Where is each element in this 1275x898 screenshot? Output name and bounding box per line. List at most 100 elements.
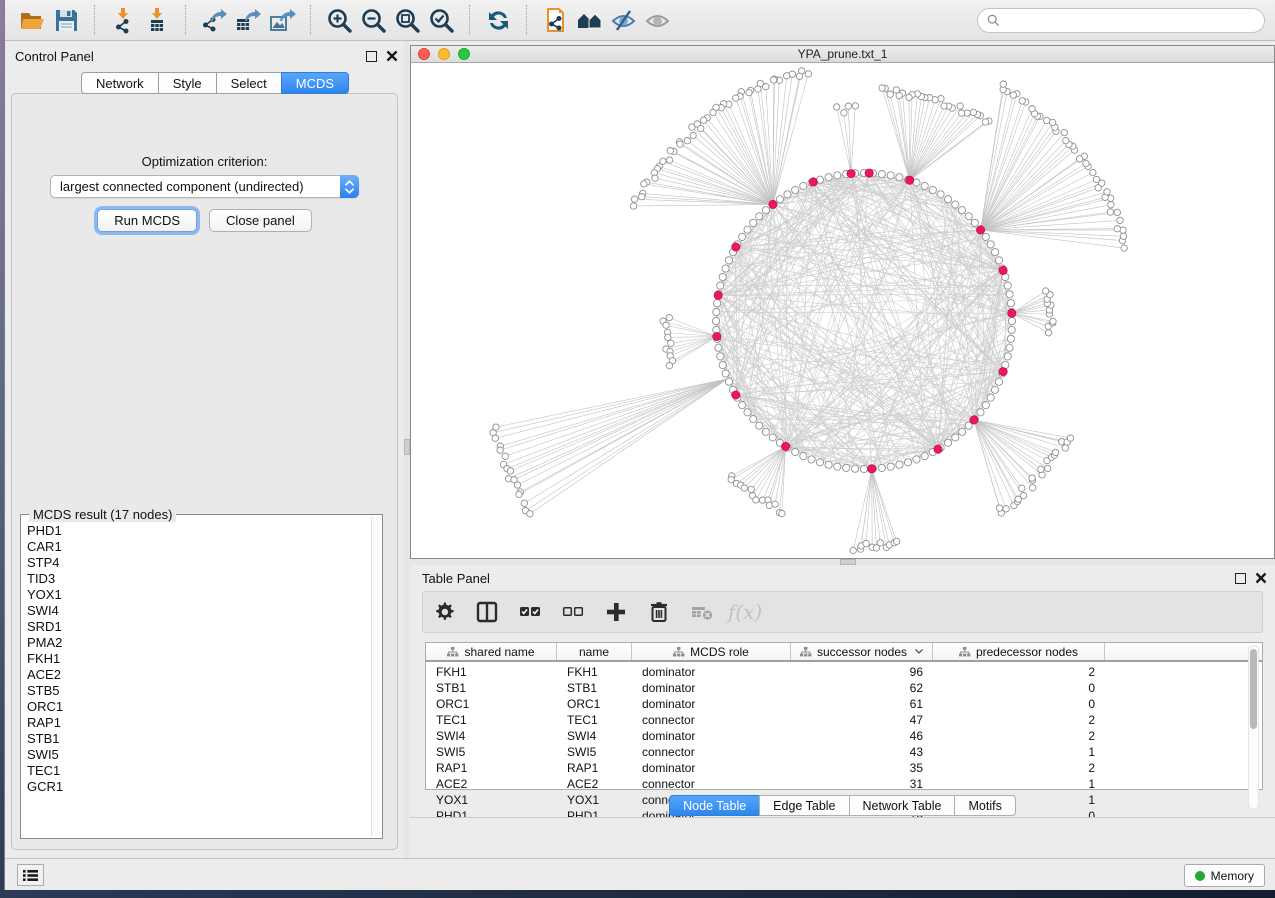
float-table-panel-icon[interactable] (1235, 573, 1246, 584)
tab-node-table[interactable]: Node Table (669, 795, 759, 816)
table-mode-icon[interactable] (431, 599, 457, 625)
memory-button[interactable]: Memory (1184, 864, 1265, 887)
search-input[interactable] (1005, 13, 1255, 27)
import-table-icon[interactable] (140, 3, 174, 37)
close-panel-button[interactable]: Close panel (209, 209, 312, 232)
table-cell: ORC1 (557, 696, 632, 712)
table-cell: 2 (933, 760, 1105, 776)
import-network-icon[interactable] (106, 3, 140, 37)
tab-network[interactable]: Network (81, 72, 158, 94)
show-columns-icon[interactable] (474, 599, 500, 625)
mcds-result-item[interactable]: ACE2 (27, 667, 370, 683)
zoom-fit-icon[interactable] (390, 3, 424, 37)
table-cell: dominator (632, 680, 791, 696)
app-window: Control Panel NetworkStyleSelectMCDS Opt… (4, 0, 1275, 890)
mcds-result-item[interactable]: SWI4 (27, 603, 370, 619)
mcds-result-item[interactable]: STP4 (27, 555, 370, 571)
table-cell: STB1 (426, 680, 557, 696)
node-table: shared namenameMCDS rolesuccessor nodesp… (425, 642, 1263, 790)
mcds-result-item[interactable]: STB1 (27, 731, 370, 747)
zoom-out-icon[interactable] (356, 3, 390, 37)
table-cell: ORC1 (426, 696, 557, 712)
close-panel-icon[interactable] (386, 50, 398, 62)
tab-style[interactable]: Style (158, 72, 216, 94)
table-cell: 2 (933, 728, 1105, 744)
table-cell: 47 (791, 712, 933, 728)
new-network-from-selection-icon[interactable] (538, 3, 572, 37)
network-window-titlebar: YPA_prune.txt_1 (411, 46, 1274, 63)
table-cell: connector (632, 744, 791, 760)
zoom-selected-icon[interactable] (424, 3, 458, 37)
table-scrollbar-thumb[interactable] (1250, 649, 1257, 729)
table-row[interactable]: SWI5SWI5connector431 (426, 744, 1262, 760)
mcds-result-item[interactable]: YOX1 (27, 587, 370, 603)
mcds-result-item[interactable]: TEC1 (27, 763, 370, 779)
mcds-result-item[interactable]: PMA2 (27, 635, 370, 651)
table-row[interactable]: ORC1ORC1dominator610 (426, 696, 1262, 712)
mcds-result-item[interactable]: PHD1 (27, 523, 370, 539)
tab-network-table[interactable]: Network Table (849, 795, 955, 816)
network-canvas[interactable] (411, 63, 1274, 558)
table-cell: TEC1 (557, 712, 632, 728)
tab-select[interactable]: Select (216, 72, 281, 94)
close-table-panel-icon[interactable] (1255, 572, 1267, 584)
network-window-title: YPA_prune.txt_1 (411, 47, 1274, 61)
tab-mcds[interactable]: MCDS (281, 72, 349, 94)
table-cell: 1 (933, 744, 1105, 760)
toolbar-separator (310, 5, 311, 35)
select-all-rows-icon[interactable] (517, 599, 543, 625)
table-row[interactable]: FKH1FKH1dominator962 (426, 664, 1262, 680)
table-cell: SWI4 (426, 728, 557, 744)
run-mcds-button[interactable]: Run MCDS (97, 209, 197, 232)
table-row[interactable]: ACE2ACE2connector311 (426, 776, 1262, 792)
export-table-icon[interactable] (231, 3, 265, 37)
mcds-result-item[interactable]: SRD1 (27, 619, 370, 635)
mcds-result-item[interactable]: GCR1 (27, 779, 370, 795)
mcds-result-item[interactable]: CAR1 (27, 539, 370, 555)
save-session-icon[interactable] (49, 3, 83, 37)
table-cell: 35 (791, 760, 933, 776)
column-header-predecessor-nodes[interactable]: predecessor nodes (933, 643, 1105, 660)
mcds-result-item[interactable]: STB5 (27, 683, 370, 699)
table-row[interactable]: RAP1RAP1dominator352 (426, 760, 1262, 776)
column-header-name[interactable]: name (557, 643, 632, 660)
toolbar-separator (94, 5, 95, 35)
new-column-icon[interactable] (603, 599, 629, 625)
deselect-all-rows-icon[interactable] (560, 599, 586, 625)
control-panel: Control Panel NetworkStyleSelectMCDS Opt… (5, 41, 404, 858)
delete-columns-icon[interactable] (646, 599, 672, 625)
task-history-button[interactable] (17, 864, 44, 886)
table-cell: dominator (632, 728, 791, 744)
table-cell: SWI4 (557, 728, 632, 744)
optimization-criterion-select[interactable]: largest connected component (undirected) (50, 175, 359, 198)
refresh-layout-icon[interactable] (481, 3, 515, 37)
mcds-result-item[interactable]: ORC1 (27, 699, 370, 715)
mcds-result-item[interactable]: TID3 (27, 571, 370, 587)
table-row[interactable]: TEC1TEC1connector472 (426, 712, 1262, 728)
tab-edge-table[interactable]: Edge Table (759, 795, 848, 816)
export-network-icon[interactable] (197, 3, 231, 37)
show-all-icon[interactable] (640, 3, 674, 37)
column-header-successor-nodes[interactable]: successor nodes (791, 643, 933, 660)
result-scrollbar[interactable] (371, 517, 381, 836)
column-header-MCDS-role[interactable]: MCDS role (632, 643, 791, 660)
table-row[interactable]: STB1STB1dominator620 (426, 680, 1262, 696)
table-row[interactable]: SWI4SWI4dominator462 (426, 728, 1262, 744)
float-panel-icon[interactable] (366, 51, 377, 62)
mcds-result-item[interactable]: FKH1 (27, 651, 370, 667)
export-image-icon[interactable] (265, 3, 299, 37)
table-cell: 1 (933, 776, 1105, 792)
tab-motifs[interactable]: Motifs (954, 795, 1015, 816)
mcds-result-item[interactable]: RAP1 (27, 715, 370, 731)
table-cell: STB1 (557, 680, 632, 696)
zoom-in-icon[interactable] (322, 3, 356, 37)
hide-selected-icon[interactable] (606, 3, 640, 37)
main-toolbar (5, 0, 1275, 41)
table-cell: 2 (933, 712, 1105, 728)
table-cell: RAP1 (557, 760, 632, 776)
open-file-icon[interactable] (15, 3, 49, 37)
mcds-result-item[interactable]: SWI5 (27, 747, 370, 763)
column-header-shared-name[interactable]: shared name (426, 643, 557, 660)
first-neighbors-icon[interactable] (572, 3, 606, 37)
table-scrollbar (1248, 645, 1259, 810)
